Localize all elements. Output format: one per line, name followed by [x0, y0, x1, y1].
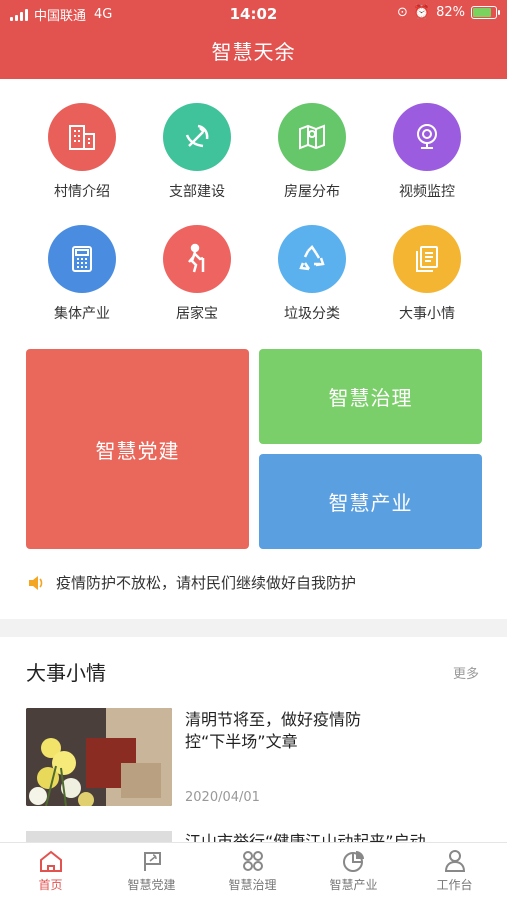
menu-item-home-care[interactable]: 居家宝: [137, 225, 257, 323]
menu-label: 大事小情: [399, 306, 455, 322]
news-thumbnail[interactable]: [26, 708, 172, 806]
tab-home[interactable]: 首页: [0, 847, 101, 893]
tile-smart-party[interactable]: 智慧党建: [26, 349, 249, 549]
tile-smart-industry[interactable]: 智慧产业: [259, 454, 482, 549]
menu-item-housing-map[interactable]: 房屋分布: [252, 103, 372, 201]
building-icon: [48, 103, 116, 171]
tab-label: 工作台: [436, 878, 473, 892]
apps-icon: [242, 851, 263, 871]
news-thumbnail[interactable]: [26, 831, 172, 842]
menu-label: 视频监控: [399, 184, 455, 200]
page-title: 智慧天余: [211, 40, 296, 64]
alarm-icon: ⏰: [413, 5, 431, 20]
tab-label: 智慧产业: [329, 878, 378, 892]
rotation-lock-icon: ⊙: [397, 5, 408, 20]
notice-bar[interactable]: 疫情防护不放松，请村民们继续做好自我防护: [26, 572, 356, 593]
camera-icon: [393, 103, 461, 171]
news-item-title[interactable]: 清明节将至，做好疫情防控“下半场”文章: [185, 709, 385, 753]
menu-label: 集体产业: [54, 306, 110, 322]
tab-smart-governance[interactable]: 智慧治理: [202, 847, 303, 893]
map-icon: [278, 103, 346, 171]
pie-chart-icon: [342, 851, 364, 872]
party-emblem-icon: [163, 103, 231, 171]
menu-item-video-monitor[interactable]: 视频监控: [367, 103, 487, 201]
recycle-icon: [278, 225, 346, 293]
battery-icon: [471, 6, 500, 19]
menu-item-garbage-sorting[interactable]: 垃圾分类: [252, 225, 372, 323]
battery-percent: 82%: [436, 5, 465, 20]
news-more-link[interactable]: 更多: [453, 663, 479, 682]
notice-text: 疫情防护不放松，请村民们继续做好自我防护: [56, 574, 357, 592]
tab-smart-industry[interactable]: 智慧产业: [303, 847, 404, 893]
home-main: 村情介绍 支部建设 房屋分布 视频监控 集体产业 居家宝 垃圾分类 大事小情 智…: [0, 79, 507, 619]
tab-label: 智慧治理: [228, 878, 277, 892]
menu-label: 村情介绍: [54, 184, 110, 200]
status-bar: 中国联通 4G 14:02 ⊙ ⏰ 82%: [0, 0, 507, 30]
menu-label: 垃圾分类: [284, 306, 340, 322]
news-section-title: 大事小情: [26, 661, 106, 685]
tile-smart-governance[interactable]: 智慧治理: [259, 349, 482, 444]
news-item-date: 2020/04/01: [185, 790, 260, 805]
tab-label: 首页: [38, 878, 63, 892]
menu-item-major-events[interactable]: 大事小情: [367, 225, 487, 323]
home-icon: [39, 850, 62, 872]
user-icon: [444, 850, 465, 872]
document-icon: [393, 225, 461, 293]
tab-workbench[interactable]: 工作台: [404, 847, 505, 893]
menu-item-branch-building[interactable]: 支部建设: [137, 103, 257, 201]
menu-item-collective-industry[interactable]: 集体产业: [22, 225, 142, 323]
menu-label: 居家宝: [176, 306, 218, 322]
speaker-icon: [29, 575, 43, 590]
news-section: 大事小情 更多 清明节将至，做好疫情防控“下半场”文章 2020/04/01 江…: [0, 637, 507, 842]
flag-icon: [143, 852, 161, 871]
app-header: 中国联通 4G 14:02 ⊙ ⏰ 82% 智慧天余: [0, 0, 507, 79]
menu-item-village-intro[interactable]: 村情介绍: [22, 103, 142, 201]
elderly-icon: [163, 225, 231, 293]
calculator-icon: [48, 225, 116, 293]
bottom-tab-bar: 首页 智慧党建 智慧治理 智慧产业 工作台: [0, 842, 507, 900]
tab-smart-party[interactable]: 智慧党建: [101, 847, 202, 893]
news-item-title[interactable]: 江山市举行“健康江山动起来”启动: [185, 828, 426, 842]
menu-label: 支部建设: [169, 184, 225, 200]
tab-label: 智慧党建: [127, 878, 176, 892]
menu-label: 房屋分布: [284, 184, 340, 200]
